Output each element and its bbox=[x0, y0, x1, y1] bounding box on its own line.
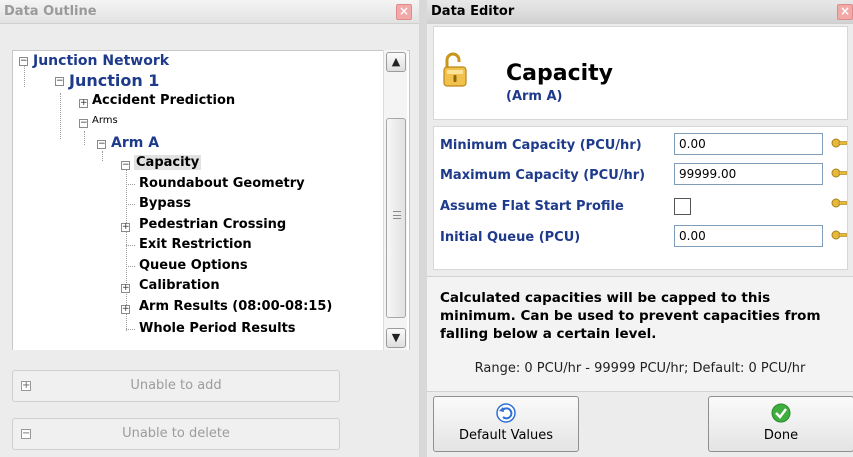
editor-header-title: Capacity bbox=[506, 61, 614, 86]
add-button[interactable]: + Unable to add bbox=[12, 370, 340, 402]
panel-splitter[interactable] bbox=[419, 0, 427, 457]
data-editor-panel: Data Editor × Capacity (Arm A) Minimum C… bbox=[427, 0, 853, 457]
outline-scrollbar[interactable]: ▲ ▼ bbox=[383, 50, 407, 350]
tree-guide bbox=[126, 266, 135, 267]
properties-grid: Minimum Capacity (PCU/hr) Maximum Capaci… bbox=[433, 126, 848, 270]
data-outline-panel: Data Outline × − Junction Network − Junc… bbox=[0, 0, 419, 457]
outline-tree[interactable]: − Junction Network − Junction 1 + Accide… bbox=[12, 50, 410, 350]
delete-button-label: Unable to delete bbox=[122, 426, 230, 441]
property-range: Range: 0 PCU/hr - 99999 PCU/hr; Default:… bbox=[474, 361, 806, 376]
key-icon[interactable] bbox=[831, 167, 847, 179]
prop-label-flat-start: Assume Flat Start Profile bbox=[440, 199, 624, 214]
delete-button[interactable]: − Unable to delete bbox=[12, 418, 340, 450]
scroll-up-icon[interactable]: ▲ bbox=[386, 52, 406, 72]
outline-close-button[interactable]: × bbox=[396, 4, 412, 20]
prop-label-initial-queue: Initial Queue (PCU) bbox=[440, 230, 581, 245]
flat-start-checkbox[interactable] bbox=[674, 198, 691, 215]
editor-close-button[interactable]: × bbox=[837, 4, 853, 20]
prop-label-max-capacity: Maximum Capacity (PCU/hr) bbox=[440, 168, 646, 183]
tree-guide bbox=[126, 204, 135, 205]
plus-icon: + bbox=[21, 380, 31, 391]
property-description: Calculated capacities will be capped to … bbox=[440, 290, 821, 342]
add-button-label: Unable to add bbox=[130, 378, 222, 393]
outline-title: Data Outline bbox=[4, 4, 97, 19]
outline-title-bar: Data Outline bbox=[0, 0, 419, 24]
max-capacity-input[interactable] bbox=[674, 163, 823, 185]
done-button[interactable]: Done bbox=[708, 396, 853, 452]
expand-icon[interactable]: + bbox=[121, 284, 130, 293]
tree-guide bbox=[126, 329, 135, 330]
key-icon[interactable] bbox=[831, 229, 847, 241]
scroll-thumb[interactable] bbox=[386, 118, 406, 318]
key-icon[interactable] bbox=[831, 197, 847, 209]
expand-icon[interactable]: + bbox=[121, 223, 130, 232]
default-values-label: Default Values bbox=[458, 428, 554, 443]
tree-guide bbox=[126, 184, 135, 185]
collapse-icon[interactable]: − bbox=[79, 119, 88, 128]
expand-icon[interactable]: + bbox=[121, 305, 130, 314]
collapse-icon[interactable]: − bbox=[19, 57, 28, 66]
tree-guide bbox=[126, 245, 135, 246]
editor-header: Capacity (Arm A) bbox=[433, 26, 848, 120]
tree-guide bbox=[102, 151, 103, 161]
collapse-icon[interactable]: − bbox=[97, 140, 106, 149]
collapse-icon[interactable]: − bbox=[121, 161, 130, 170]
editor-header-subtitle: (Arm A) bbox=[506, 89, 563, 104]
editor-title-bar: Data Editor bbox=[427, 0, 853, 24]
prop-label-min-capacity: Minimum Capacity (PCU/hr) bbox=[440, 138, 642, 153]
tree-guide bbox=[24, 65, 25, 87]
editor-title: Data Editor bbox=[431, 4, 515, 19]
min-capacity-input[interactable] bbox=[674, 133, 823, 155]
description-panel: Calculated capacities will be capped to … bbox=[427, 276, 853, 392]
scroll-down-icon[interactable]: ▼ bbox=[386, 328, 406, 348]
undo-icon bbox=[496, 403, 516, 423]
tree-guide bbox=[84, 131, 85, 145]
tree-guide bbox=[60, 93, 61, 139]
check-icon bbox=[771, 403, 791, 423]
expand-icon[interactable]: + bbox=[79, 99, 88, 108]
collapse-icon[interactable]: − bbox=[55, 77, 64, 86]
done-label: Done bbox=[763, 428, 799, 443]
key-icon[interactable] bbox=[831, 137, 847, 149]
default-values-button[interactable]: Default Values bbox=[433, 396, 579, 452]
minus-icon: − bbox=[21, 428, 31, 439]
grip-icon bbox=[393, 211, 401, 219]
padlock-open-icon bbox=[443, 52, 467, 87]
initial-queue-input[interactable] bbox=[674, 225, 823, 247]
